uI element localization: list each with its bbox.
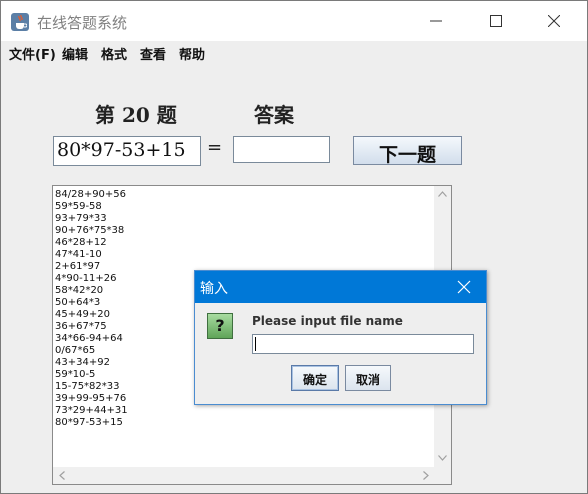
- menu-view[interactable]: 查看: [140, 44, 166, 63]
- cancel-button-label: 取消: [355, 373, 380, 387]
- history-line: 0/67*65: [55, 345, 96, 356]
- ok-button-label: 确定: [302, 373, 327, 387]
- next-question-label: 下一题: [378, 144, 436, 166]
- history-line: 4*90-11+26: [55, 273, 117, 284]
- history-line: 80*97-53+15: [55, 417, 123, 428]
- minimize-icon: [430, 20, 442, 22]
- chevron-up-icon: [438, 191, 447, 197]
- history-line: 39+99-95+76: [55, 393, 127, 404]
- minimize-button[interactable]: [413, 1, 459, 41]
- history-line: 47*41-10: [55, 249, 102, 260]
- history-line: 59*10-5: [55, 369, 96, 380]
- scroll-down-button[interactable]: [434, 450, 451, 467]
- history-line: 2+61*97: [55, 261, 101, 272]
- menu-format[interactable]: 格式: [101, 44, 127, 63]
- text-caret: [255, 337, 256, 351]
- chevron-right-icon: [423, 471, 429, 480]
- dialog-title-bar[interactable]: 输入: [195, 271, 486, 303]
- file-name-input[interactable]: [252, 334, 474, 354]
- history-line: 93+79*33: [55, 213, 107, 224]
- chevron-down-icon: [438, 455, 447, 461]
- dialog-title: 输入: [200, 281, 228, 297]
- chevron-left-icon: [59, 471, 65, 480]
- history-line: 34*66-94+64: [55, 333, 123, 344]
- ok-button[interactable]: 确定: [291, 365, 339, 391]
- scroll-right-button[interactable]: [417, 467, 434, 484]
- history-line: 59*59-58: [55, 201, 102, 212]
- scroll-corner: [434, 467, 451, 484]
- equals-sign: =: [207, 137, 223, 158]
- close-icon: [548, 15, 560, 27]
- history-line: 36+67*75: [55, 321, 107, 332]
- input-dialog: 输入 ? Please input file name 确定 取消: [194, 270, 487, 405]
- main-window: 在线答题系统 文件(F) 编辑 格式 查看 帮助 第 20 题 答案 80*97…: [0, 0, 588, 494]
- history-line: 46*28+12: [55, 237, 107, 248]
- window-title: 在线答题系统: [37, 14, 128, 32]
- title-bar[interactable]: 在线答题系统: [1, 1, 587, 41]
- answer-input[interactable]: [233, 136, 330, 163]
- menu-bar: 文件(F) 编辑 格式 查看 帮助: [1, 41, 587, 63]
- answer-label: 答案: [254, 103, 294, 127]
- history-line: 43+34+92: [55, 357, 110, 368]
- history-line: 73*29+44+31: [55, 405, 128, 416]
- maximize-button[interactable]: [473, 1, 519, 41]
- close-button[interactable]: [531, 1, 577, 41]
- question-icon-glyph: ?: [215, 316, 225, 335]
- next-question-button[interactable]: 下一题: [353, 136, 462, 166]
- history-line: 84/28+90+56: [55, 189, 127, 200]
- dialog-prompt: Please input file name: [252, 314, 403, 328]
- history-line: 58*42*20: [55, 285, 104, 296]
- maximize-icon: [490, 15, 502, 27]
- scroll-up-button[interactable]: [434, 186, 451, 203]
- horizontal-scrollbar[interactable]: [53, 467, 434, 484]
- expression-text: 80*97-53+15: [57, 139, 186, 161]
- history-line: 45+49+20: [55, 309, 110, 320]
- java-cup-icon: [11, 13, 29, 31]
- history-list: 84/28+90+56 59*59-58 93+79*33 90+76*75*3…: [55, 189, 128, 429]
- menu-edit[interactable]: 编辑: [62, 44, 88, 63]
- expression-display: 80*97-53+15: [53, 136, 201, 166]
- history-line: 50+64*3: [55, 297, 101, 308]
- dialog-close-button[interactable]: [442, 271, 486, 303]
- menu-file[interactable]: 文件(F): [9, 44, 56, 63]
- close-icon: [457, 280, 471, 294]
- scroll-left-button[interactable]: [53, 467, 70, 484]
- cancel-button[interactable]: 取消: [345, 365, 391, 391]
- history-line: 90+76*75*38: [55, 225, 125, 236]
- history-line: 15-75*82*33: [55, 381, 120, 392]
- question-number-label: 第 20 题: [95, 103, 177, 127]
- menu-help[interactable]: 帮助: [179, 44, 205, 63]
- question-icon: ?: [207, 313, 233, 339]
